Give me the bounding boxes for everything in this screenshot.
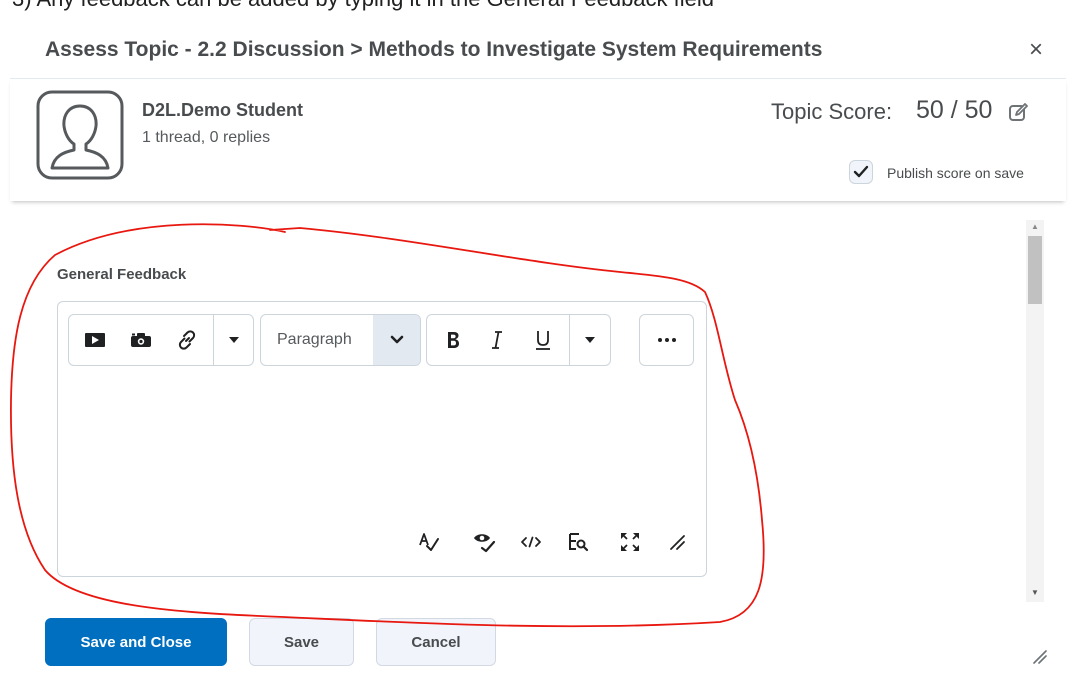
scroll-up-icon[interactable]: ▲: [1026, 220, 1044, 234]
camera-icon: [131, 333, 151, 347]
instruction-text: 3) Any feedback can be added by typing i…: [12, 0, 714, 12]
video-icon: [85, 333, 105, 347]
source-code-icon[interactable]: [519, 530, 543, 554]
resize-icon[interactable]: [665, 530, 689, 554]
scroll-down-icon[interactable]: ▼: [1026, 586, 1044, 600]
insert-link-button[interactable]: [167, 315, 207, 365]
scroll-thumb[interactable]: [1028, 236, 1042, 304]
more-icon: [640, 315, 693, 365]
close-button[interactable]: ×: [1024, 38, 1048, 62]
insert-image-button[interactable]: [121, 315, 161, 365]
dialog-resize-icon[interactable]: [1031, 648, 1047, 664]
check-icon: [853, 165, 869, 178]
bold-icon: [448, 332, 459, 348]
caret-down-icon: [229, 337, 239, 343]
format-select[interactable]: Paragraph: [260, 314, 421, 366]
bold-button[interactable]: [433, 315, 473, 365]
save-and-close-button[interactable]: Save and Close: [45, 618, 227, 666]
text-style-toolbar-group: [426, 314, 611, 366]
publish-label: Publish score on save: [887, 165, 1024, 181]
save-button[interactable]: Save: [249, 618, 354, 666]
insert-video-button[interactable]: [75, 315, 115, 365]
chevron-down-icon[interactable]: [373, 315, 420, 365]
topic-score-label: Topic Score:: [771, 99, 893, 124]
topic-score-value: 50 / 50: [916, 96, 993, 124]
format-select-value: Paragraph: [277, 331, 352, 348]
student-stats: 1 thread, 0 replies: [142, 129, 271, 146]
accessibility-check-icon[interactable]: [472, 530, 496, 554]
underline-icon: [536, 331, 550, 350]
italic-button[interactable]: [477, 315, 517, 365]
general-feedback-label: General Feedback: [57, 266, 187, 283]
fullscreen-icon[interactable]: [618, 530, 642, 554]
avatar: [36, 90, 124, 180]
publish-checkbox[interactable]: [849, 160, 873, 184]
find-replace-icon[interactable]: [566, 530, 590, 554]
edit-icon[interactable]: [1007, 101, 1029, 123]
dialog-title: Assess Topic - 2.2 Discussion > Methods …: [45, 38, 823, 61]
italic-icon: [492, 331, 502, 349]
text-style-more-dropdown[interactable]: [571, 315, 609, 365]
insert-toolbar-group: [68, 314, 254, 366]
insert-more-dropdown[interactable]: [215, 315, 253, 365]
underline-button[interactable]: [523, 315, 563, 365]
more-actions-button[interactable]: [639, 314, 694, 366]
student-name: D2L.Demo Student: [142, 100, 304, 120]
cancel-button[interactable]: Cancel: [376, 618, 496, 666]
caret-down-icon: [585, 337, 595, 343]
spellcheck-icon[interactable]: [417, 530, 441, 554]
link-icon: [178, 330, 196, 350]
